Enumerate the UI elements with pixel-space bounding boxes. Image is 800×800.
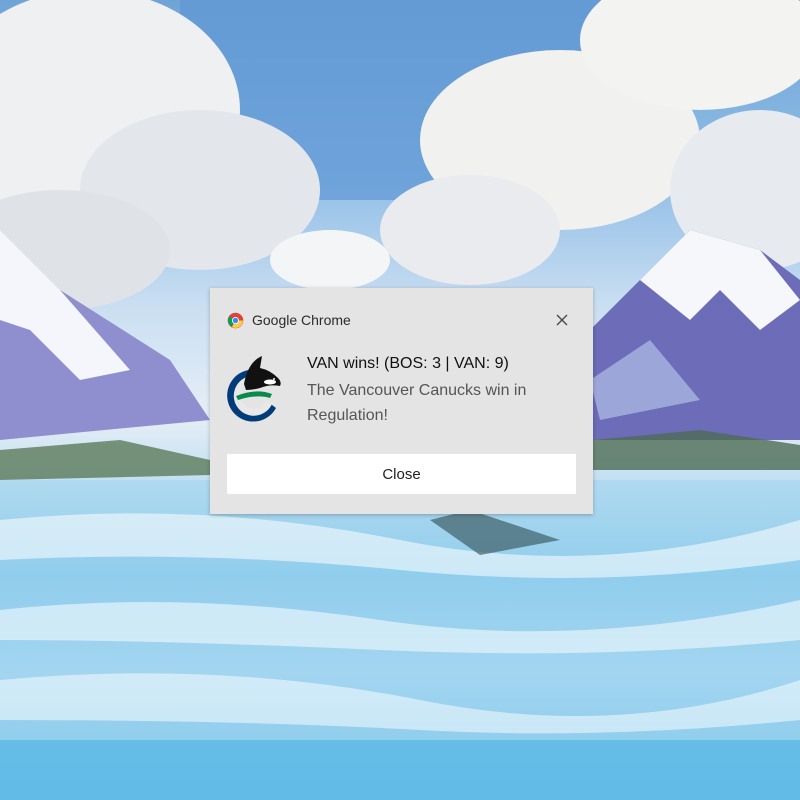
chrome-icon: [227, 312, 244, 329]
vancouver-canucks-logo: [226, 350, 292, 422]
app-name: Google Chrome: [252, 312, 351, 328]
notification-header: Google Chrome: [227, 310, 351, 330]
chrome-notification-toast[interactable]: Google Chrome VAN wins! (BOS: 3 | VAN: 9…: [210, 288, 593, 514]
close-icon: [556, 311, 568, 330]
notification-body: The Vancouver Canucks win in Regulation!: [307, 382, 527, 424]
notification-title: VAN wins! (BOS: 3 | VAN: 9): [307, 355, 509, 372]
dismiss-button[interactable]: [552, 310, 572, 330]
close-button[interactable]: Close: [227, 454, 576, 494]
